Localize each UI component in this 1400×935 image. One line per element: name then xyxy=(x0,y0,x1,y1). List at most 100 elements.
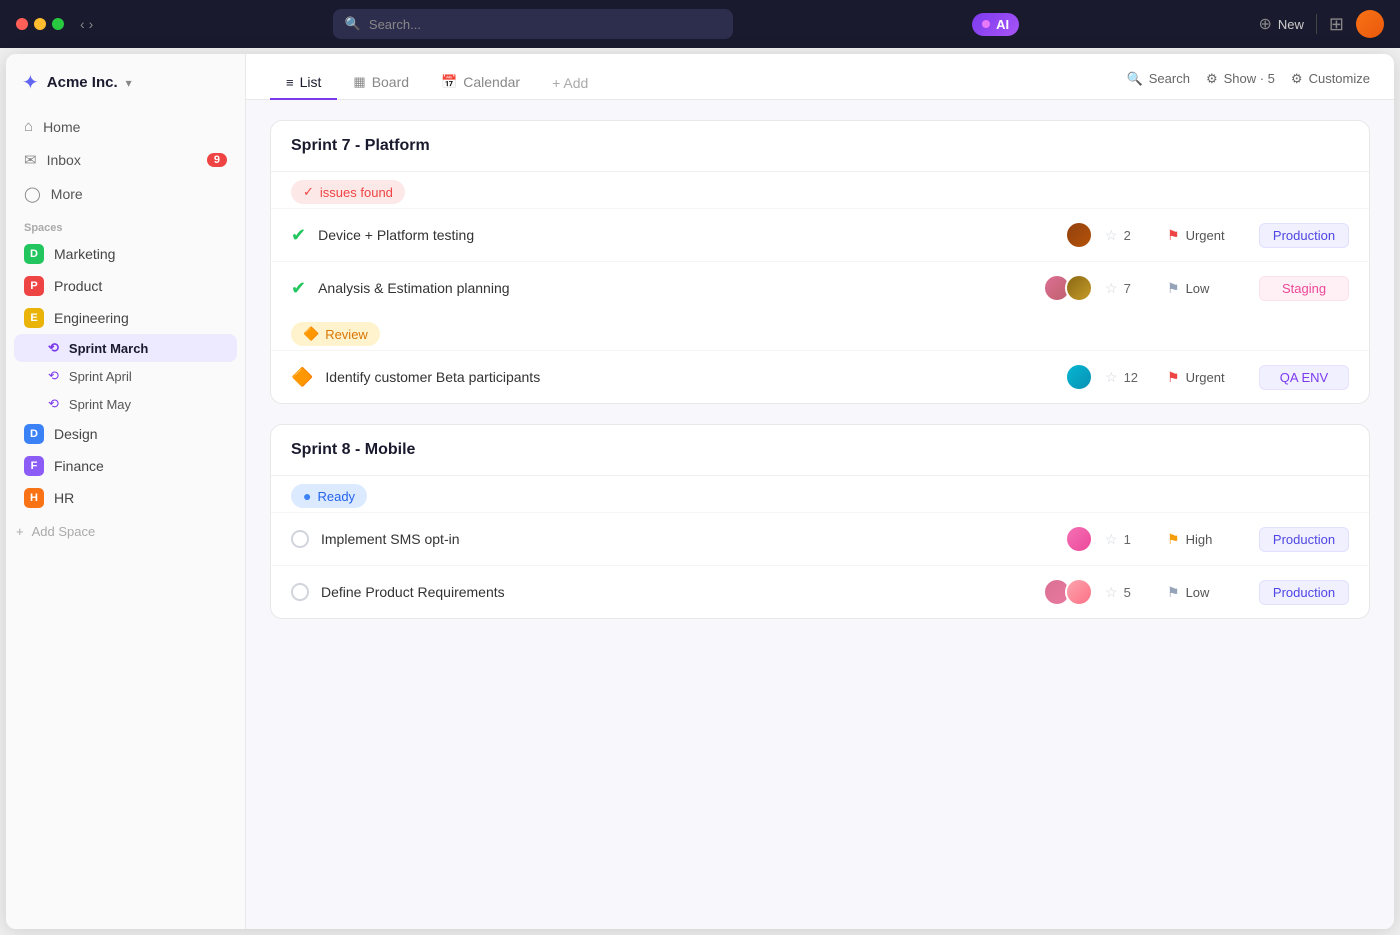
task-priority: ⚑ Low xyxy=(1167,280,1247,297)
customize-button[interactable]: ⚙ Customize xyxy=(1291,71,1370,87)
task-row[interactable]: 🔶 Identify customer Beta participants ☆ … xyxy=(271,350,1369,403)
window-controls xyxy=(16,18,64,30)
tab-calendar[interactable]: 📅 Calendar xyxy=(425,66,536,100)
sidebar-item-marketing[interactable]: D Marketing xyxy=(14,238,237,270)
task-avatars xyxy=(1065,363,1093,391)
task-env-badge[interactable]: Production xyxy=(1259,223,1349,248)
sprint-april-label: Sprint April xyxy=(69,369,132,384)
forward-button[interactable]: › xyxy=(89,16,94,32)
user-avatar[interactable] xyxy=(1356,10,1384,38)
sidebar-item-finance[interactable]: F Finance xyxy=(14,450,237,482)
task-env-badge[interactable]: Production xyxy=(1259,580,1349,605)
task-row[interactable]: ✔ Analysis & Estimation planning ☆ 7 ⚑ L… xyxy=(271,261,1369,314)
search-action-button[interactable]: 🔍 Search xyxy=(1127,71,1190,87)
sprint-march-icon: ⟲ xyxy=(48,340,59,356)
avatar xyxy=(1065,525,1093,553)
back-button[interactable]: ‹ xyxy=(80,16,85,32)
task-avatars xyxy=(1043,578,1093,606)
sidebar-nav: ⌂ Home ✉ Inbox 9 ◯ More xyxy=(6,111,245,210)
star-count: 2 xyxy=(1124,228,1131,243)
new-button[interactable]: ⊕ New xyxy=(1258,14,1303,34)
issues-status-section: ✓ issues found xyxy=(271,172,1369,208)
task-env-badge[interactable]: QA ENV xyxy=(1259,365,1349,390)
task-stars: ☆ 12 xyxy=(1105,369,1155,386)
task-env-badge[interactable]: Production xyxy=(1259,527,1349,552)
issues-badge[interactable]: ✓ issues found xyxy=(291,180,405,204)
calendar-tab-label: Calendar xyxy=(463,74,520,90)
home-icon: ⌂ xyxy=(24,118,33,135)
sidebar-item-more[interactable]: ◯ More xyxy=(14,178,237,210)
workspace-dropdown-icon: ▾ xyxy=(126,76,132,90)
plus-circle-icon: ⊕ xyxy=(1258,14,1271,34)
ready-icon: ● xyxy=(303,488,311,504)
sidebar-item-sprint-march[interactable]: ⟲ Sprint March xyxy=(14,334,237,362)
star-icon: ☆ xyxy=(1105,369,1118,386)
priority-label: High xyxy=(1186,532,1213,547)
inbox-label: Inbox xyxy=(47,152,81,168)
inbox-icon: ✉ xyxy=(24,151,37,169)
inbox-badge: 9 xyxy=(207,153,227,167)
finance-label: Finance xyxy=(54,458,104,474)
task-env-badge[interactable]: Staging xyxy=(1259,276,1349,301)
main-content: ≡ List ▦ Board 📅 Calendar + Add 🔍 Search xyxy=(246,54,1394,929)
search-action-label: Search xyxy=(1149,71,1190,86)
avatar xyxy=(1065,578,1093,606)
task-stars: ☆ 5 xyxy=(1105,584,1155,601)
sidebar-item-home[interactable]: ⌂ Home xyxy=(14,111,237,142)
star-icon: ☆ xyxy=(1105,531,1118,548)
star-count: 12 xyxy=(1124,370,1138,385)
task-priority: ⚑ Low xyxy=(1167,584,1247,601)
sidebar-item-design[interactable]: D Design xyxy=(14,418,237,450)
maximize-button[interactable] xyxy=(52,18,64,30)
sidebar-item-product[interactable]: P Product xyxy=(14,270,237,302)
finance-badge: F xyxy=(24,456,44,476)
list-tab-icon: ≡ xyxy=(286,75,294,90)
review-badge[interactable]: 🔶 Review xyxy=(291,322,380,346)
ai-dot-icon xyxy=(982,20,990,28)
sidebar-item-hr[interactable]: H HR xyxy=(14,482,237,514)
sidebar-item-inbox[interactable]: ✉ Inbox 9 xyxy=(14,144,237,176)
task-priority: ⚑ Urgent xyxy=(1167,369,1247,386)
add-space-button[interactable]: + Add Space xyxy=(6,518,245,545)
task-name: Device + Platform testing xyxy=(318,227,1053,243)
show-label: Show · 5 xyxy=(1224,71,1275,86)
star-icon: ☆ xyxy=(1105,584,1118,601)
task-name: Implement SMS opt-in xyxy=(321,531,1053,547)
engineering-badge: E xyxy=(24,308,44,328)
ready-status-section: ● Ready xyxy=(271,476,1369,512)
search-icon: 🔍 xyxy=(345,16,361,32)
ready-badge[interactable]: ● Ready xyxy=(291,484,367,508)
sidebar-item-engineering[interactable]: E Engineering xyxy=(14,302,237,334)
task-stars: ☆ 2 xyxy=(1105,227,1155,244)
sidebar-item-sprint-april[interactable]: ⟲ Sprint April xyxy=(14,362,237,390)
add-view-button[interactable]: + Add xyxy=(536,67,604,99)
workspace-name: Acme Inc. xyxy=(47,74,118,91)
task-row[interactable]: Implement SMS opt-in ☆ 1 ⚑ High Producti… xyxy=(271,512,1369,565)
show-button[interactable]: ⚙ Show · 5 xyxy=(1206,71,1275,87)
task-priority: ⚑ High xyxy=(1167,531,1247,548)
marketing-badge: D xyxy=(24,244,44,264)
topbar-right: ⊕ New ⊞ xyxy=(1258,10,1384,38)
task-name: Identify customer Beta participants xyxy=(325,369,1053,385)
tab-board[interactable]: ▦ Board xyxy=(337,66,425,100)
tab-list[interactable]: ≡ List xyxy=(270,66,337,100)
minimize-button[interactable] xyxy=(34,18,46,30)
spaces-section-title: Spaces xyxy=(6,210,245,238)
task-row[interactable]: Define Product Requirements ☆ 5 ⚑ Low Pr… xyxy=(271,565,1369,618)
design-label: Design xyxy=(54,426,98,442)
home-label: Home xyxy=(43,119,80,135)
star-icon: ☆ xyxy=(1105,227,1118,244)
ai-button[interactable]: AI xyxy=(972,13,1019,36)
sidebar-item-sprint-may[interactable]: ⟲ Sprint May xyxy=(14,390,237,418)
close-button[interactable] xyxy=(16,18,28,30)
task-avatars xyxy=(1065,525,1093,553)
more-label: More xyxy=(51,186,83,202)
global-search-input[interactable] xyxy=(369,17,721,32)
task-row[interactable]: ✔ Device + Platform testing ☆ 2 ⚑ Urgent… xyxy=(271,208,1369,261)
task-name: Define Product Requirements xyxy=(321,584,1031,600)
global-search-bar[interactable]: 🔍 xyxy=(333,9,733,39)
workspace-logo[interactable]: ✦ Acme Inc. ▾ xyxy=(6,70,245,111)
product-badge: P xyxy=(24,276,44,296)
more-icon: ◯ xyxy=(24,185,41,203)
grid-icon[interactable]: ⊞ xyxy=(1329,14,1344,35)
